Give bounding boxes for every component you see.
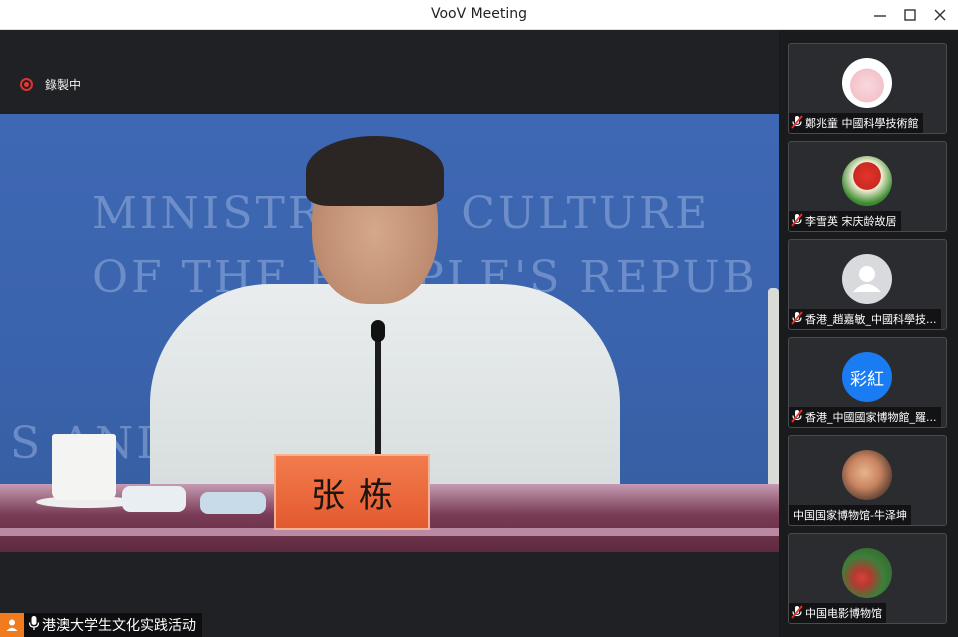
default-user-icon [842, 254, 892, 304]
participant-name: 香港_趙嘉敏_中國科學技... [805, 313, 937, 326]
nameplate-text: 张栋 [311, 475, 407, 516]
speaker-video[interactable]: MINISTRY OF CULTURE OF THE PEOPLE'S REPU… [0, 114, 779, 552]
maximize-icon [904, 9, 916, 21]
minimize-button[interactable] [868, 4, 892, 26]
microphone-stand [375, 328, 381, 454]
tulip-avatar-icon [842, 156, 892, 206]
participant-tile[interactable]: 鄭兆童 中國科學技術館 [788, 43, 947, 134]
photo-avatar-icon [842, 450, 892, 500]
participant-name: 中国电影博物馆 [805, 607, 882, 620]
title-bar: VooV Meeting [0, 0, 958, 30]
participant-label: 中国国家博物馆-牛泽坤 [789, 505, 911, 525]
participant-tile[interactable]: 彩紅 香港_中國國家博物館_羅... [788, 337, 947, 428]
participant-label: 中国电影博物馆 [789, 603, 886, 623]
mic-muted-icon [791, 114, 803, 133]
participant-name: 李雪英 宋庆龄故居 [805, 215, 897, 228]
face-mask [122, 486, 186, 512]
chair-edge [768, 288, 779, 488]
microphone-head [371, 320, 385, 342]
nameplate: 张栋 [274, 454, 430, 530]
window-title: VooV Meeting [430, 6, 528, 22]
participant-tile[interactable]: 李雪英 宋庆龄故居 [788, 141, 947, 232]
speaker-hair [306, 136, 444, 206]
participant-tile[interactable]: 香港_趙嘉敏_中國科學技... [788, 239, 947, 330]
microphone-icon [28, 615, 40, 635]
recording-label: 錄製中 [45, 78, 82, 92]
participant-name: 鄭兆童 中國科學技術館 [805, 117, 919, 130]
stage-caption: 港澳大学生文化实践活动 [0, 613, 202, 637]
initials-avatar: 彩紅 [842, 352, 892, 402]
main-stage[interactable]: 錄製中 MINISTRY OF CULTURE OF THE PEOPLE'S … [0, 30, 779, 637]
pink-avatar-icon [842, 58, 892, 108]
avatar-initials: 彩紅 [850, 369, 884, 390]
flower-avatar-icon [842, 548, 892, 598]
participant-tile[interactable]: 中国国家博物馆-牛泽坤 [788, 435, 947, 526]
participant-label: 香港_中國國家博物館_羅... [789, 407, 941, 427]
recording-indicator[interactable]: 錄製中 [20, 76, 81, 93]
user-avatar-icon [0, 613, 24, 637]
mic-muted-icon [791, 212, 803, 231]
close-icon [934, 9, 946, 21]
close-button[interactable] [928, 4, 952, 26]
record-icon [20, 78, 33, 91]
participant-name: 香港_中國國家博物館_羅... [805, 411, 937, 424]
participant-tile[interactable]: 中国电影博物馆 [788, 533, 947, 624]
stage-caption-name: 港澳大学生文化实践活动 [42, 618, 196, 634]
participant-name: 中国国家博物馆-牛泽坤 [793, 509, 907, 522]
maximize-button[interactable] [898, 4, 922, 26]
face-mask [200, 492, 266, 514]
participant-label: 鄭兆童 中國科學技術館 [789, 113, 923, 133]
tea-cup [52, 434, 116, 500]
participant-label: 香港_趙嘉敏_中國科學技... [789, 309, 941, 329]
participant-gallery[interactable]: 鄭兆童 中國科學技術館 李雪英 宋庆龄故居 香港_趙嘉敏_中國科學技... 彩紅 [779, 30, 958, 637]
mic-muted-icon [791, 604, 803, 623]
participant-label: 李雪英 宋庆龄故居 [789, 211, 901, 231]
minimize-icon [874, 15, 886, 17]
mic-muted-icon [791, 310, 803, 329]
mic-muted-icon [791, 408, 803, 427]
